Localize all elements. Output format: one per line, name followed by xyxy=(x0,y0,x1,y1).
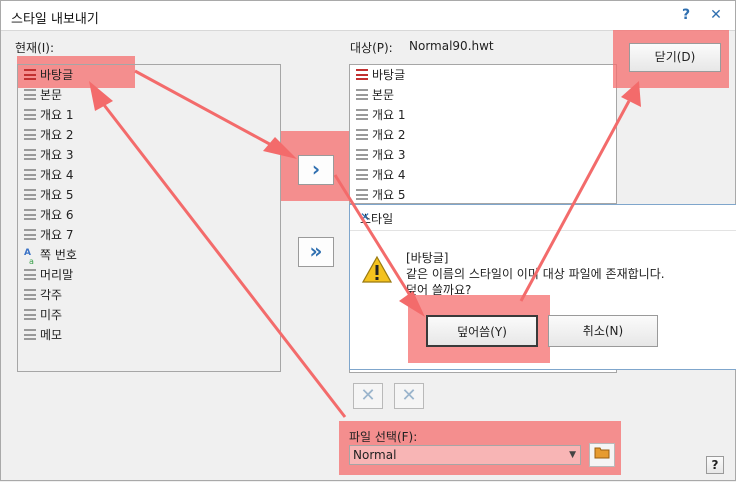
list-item[interactable]: 바탕글 xyxy=(356,65,405,85)
list-item[interactable]: 머리말 xyxy=(24,265,73,285)
cancel-button[interactable]: 취소(N) xyxy=(548,315,658,347)
list-item-label: 개요 1 xyxy=(372,108,406,122)
delete-all-button[interactable]: ✕ xyxy=(394,383,424,409)
popup-message: 같은 이름의 스타일이 이미 대상 파일에 존재합니다. xyxy=(406,267,665,281)
style-icon xyxy=(356,89,368,100)
close-button[interactable]: ✕ xyxy=(707,6,725,24)
list-item-label: 개요 3 xyxy=(40,148,74,162)
list-item[interactable]: 각주 xyxy=(24,285,62,305)
style-checked-icon xyxy=(356,69,368,80)
list-item[interactable]: 개요 1 xyxy=(356,105,406,125)
browse-folder-button[interactable] xyxy=(589,443,615,467)
list-item-label: 머리말 xyxy=(40,268,74,282)
list-item-label: 본문 xyxy=(40,88,63,102)
list-item-label: 메모 xyxy=(40,328,63,342)
list-item[interactable]: 본문 xyxy=(356,85,394,105)
list-item-label: 미주 xyxy=(40,308,63,322)
style-icon xyxy=(24,209,36,220)
style-checked-icon xyxy=(24,69,36,80)
list-item-label: 개요 2 xyxy=(40,128,74,142)
list-item[interactable]: 개요 2 xyxy=(24,125,74,145)
list-item[interactable]: 미주 xyxy=(24,305,62,325)
list-item[interactable]: 메모 xyxy=(24,325,62,345)
list-item[interactable]: 개요 4 xyxy=(24,165,74,185)
export-style-dialog: 스타일 내보내기 ? ✕ 현재(I): 바탕글본문개요 1 개요 2 개요 3 개요 … xyxy=(0,0,736,481)
list-item[interactable]: 개요 2 xyxy=(356,125,406,145)
list-item-label: 본문 xyxy=(372,88,395,102)
file-select-label: 파일 선택(F): xyxy=(349,430,418,444)
dialog-title: 스타일 내보내기 xyxy=(11,12,99,27)
delete-all-icon: ✕ xyxy=(401,385,417,406)
list-item-label: 개요 4 xyxy=(372,168,406,182)
style-icon xyxy=(24,109,36,120)
help-button[interactable]: ? xyxy=(677,6,695,24)
target-label: 대상(P): xyxy=(350,41,393,55)
style-icon xyxy=(24,129,36,140)
copy-all-button[interactable]: » xyxy=(298,237,334,267)
style-icon xyxy=(24,329,36,340)
popup-style-name: [바탕글] xyxy=(406,251,449,265)
list-item-label: 개요 5 xyxy=(372,188,406,202)
list-item[interactable]: 본문 xyxy=(24,85,62,105)
list-item[interactable]: 개요 3 xyxy=(356,145,406,165)
delete-button[interactable]: ✕ xyxy=(353,383,383,409)
list-item[interactable]: 개요 5 xyxy=(356,185,406,203)
list-item[interactable]: Aa 쪽 번호 xyxy=(24,245,77,266)
list-item-label: 개요 3 xyxy=(372,148,406,162)
list-item[interactable]: 개요 6 xyxy=(24,205,74,225)
current-label: 현재(I): xyxy=(15,41,55,55)
footer-help-button[interactable]: ? xyxy=(706,456,724,474)
list-item-label: 개요 5 xyxy=(40,188,74,202)
list-item-label: 쪽 번호 xyxy=(40,248,77,262)
style-icon xyxy=(24,269,36,280)
folder-icon xyxy=(594,447,610,459)
target-style-list[interactable]: 바탕글본문개요 1 개요 2 개요 3 개요 4 개요 5 xyxy=(349,64,617,204)
list-item[interactable]: 개요 3 xyxy=(24,145,74,165)
list-item-label: 각주 xyxy=(40,288,63,302)
popup-title-bar: 스타일 ✕ xyxy=(350,205,736,231)
list-item[interactable]: 개요 7 xyxy=(24,225,74,245)
style-icon xyxy=(356,129,368,140)
title-bar: 스타일 내보내기 ? ✕ xyxy=(1,1,735,31)
list-item-label: 바탕글 xyxy=(40,68,74,82)
style-icon xyxy=(24,89,36,100)
style-icon xyxy=(356,169,368,180)
list-item-label: 개요 2 xyxy=(372,128,406,142)
warning-icon xyxy=(362,255,392,283)
list-item[interactable]: 개요 1 xyxy=(24,105,74,125)
target-file-name: Normal90.hwt xyxy=(409,39,494,53)
list-item-label: 개요 7 xyxy=(40,228,74,242)
char-style-icon: Aa xyxy=(24,248,34,266)
list-item-label: 개요 1 xyxy=(40,108,74,122)
style-icon xyxy=(356,189,368,200)
style-icon xyxy=(24,189,36,200)
style-icon xyxy=(24,229,36,240)
list-item[interactable]: 개요 4 xyxy=(356,165,406,185)
delete-icon: ✕ xyxy=(360,385,376,406)
style-icon xyxy=(24,289,36,300)
list-item[interactable]: 개요 5 xyxy=(24,185,74,205)
list-item-label: 개요 6 xyxy=(40,208,74,222)
chevron-down-icon: ▼ xyxy=(569,450,576,460)
list-item-label: 개요 4 xyxy=(40,168,74,182)
copy-one-button[interactable]: › xyxy=(298,155,334,185)
close-dialog-button[interactable]: 닫기(D) xyxy=(629,43,721,72)
current-style-list[interactable]: 바탕글본문개요 1 개요 2 개요 3 개요 4 개요 5 개요 6 개요 7 Aa 쪽 번호머… xyxy=(17,64,281,372)
style-icon xyxy=(356,149,368,160)
list-item[interactable]: 바탕글 xyxy=(24,65,73,85)
confirm-popup: 스타일 ✕ [바탕글] 같은 이름의 스타일이 이미 대상 파일에 존재합니다.… xyxy=(349,204,736,370)
list-item-label: 바탕글 xyxy=(372,68,406,82)
style-icon xyxy=(24,169,36,180)
file-select-dropdown[interactable]: Normal ▼ xyxy=(349,445,581,465)
style-icon xyxy=(356,109,368,120)
file-select-value: Normal xyxy=(353,448,397,462)
popup-close-button[interactable]: ✕ xyxy=(360,210,724,224)
style-icon xyxy=(24,309,36,320)
style-icon xyxy=(24,149,36,160)
overwrite-button[interactable]: 덮어씀(Y) xyxy=(426,315,538,347)
